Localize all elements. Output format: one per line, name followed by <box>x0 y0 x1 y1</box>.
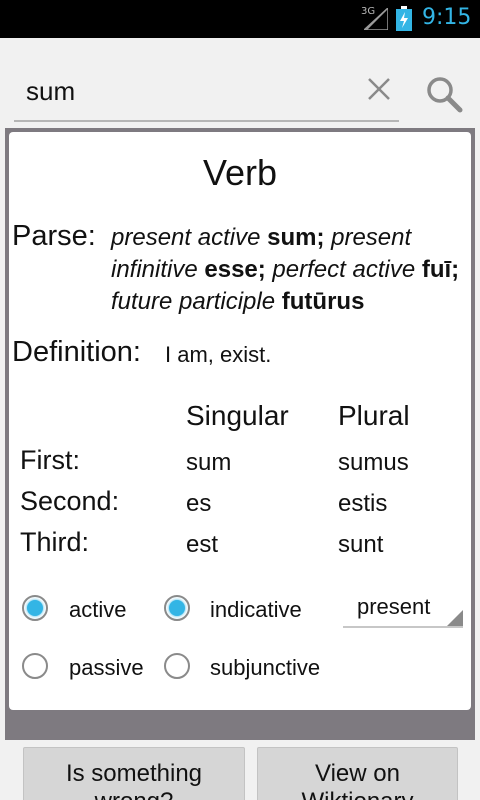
tense-dropdown-value[interactable]: present <box>357 594 430 620</box>
definition-label: Definition: <box>12 336 141 368</box>
clear-icon[interactable] <box>366 76 392 102</box>
signal-icon <box>364 8 388 30</box>
parse-form: futūrus <box>281 288 365 315</box>
dropdown-arrow-icon <box>447 610 463 626</box>
active-radio[interactable] <box>22 595 48 621</box>
parse-form: sum; <box>267 224 325 251</box>
search-icon[interactable] <box>424 74 464 114</box>
result-card: Verb Parse: present active sum; present … <box>9 132 471 710</box>
clock: 9:15 <box>422 5 472 30</box>
parse-description: present active <box>111 224 268 251</box>
bottom-bar: Is something wrong? View on Wiktionary <box>0 740 480 800</box>
search-input[interactable]: sum <box>14 74 399 122</box>
passive-radio-label[interactable]: passive <box>69 655 144 681</box>
battery-charging-icon <box>396 6 412 31</box>
subjunctive-radio[interactable] <box>164 653 190 679</box>
cell-first-plural: sumus <box>338 449 409 476</box>
indicative-radio-label[interactable]: indicative <box>210 597 302 623</box>
report-error-button[interactable]: Is something wrong? <box>23 747 245 800</box>
row-label-first: First: <box>20 445 80 475</box>
parse-form: esse; <box>204 256 266 283</box>
passive-radio[interactable] <box>22 653 48 679</box>
active-radio-label[interactable]: active <box>69 597 126 623</box>
cell-first-singular: sum <box>186 449 232 476</box>
parse-label: Parse: <box>12 220 96 252</box>
indicative-radio[interactable] <box>164 595 190 621</box>
tense-dropdown[interactable]: present <box>343 590 463 628</box>
search-input-value[interactable]: sum <box>26 76 75 107</box>
parse-form: fuī; <box>421 256 460 283</box>
cell-third-singular: est <box>186 531 219 558</box>
parse-description: future participle <box>111 288 282 315</box>
part-of-speech-title: Verb <box>202 152 278 193</box>
cell-second-singular: es <box>186 490 212 517</box>
column-header-plural: Plural <box>338 400 410 431</box>
status-bar: 3G 9:15 <box>0 0 480 38</box>
cell-third-plural: sunt <box>338 531 384 558</box>
parse-description: perfect active <box>265 256 422 283</box>
row-label-third: Third: <box>20 527 90 557</box>
search-bar: sum <box>0 38 480 128</box>
column-header-singular: Singular <box>186 400 289 431</box>
parse-text: present active sum; present infinitive e… <box>111 222 467 318</box>
subjunctive-radio-label[interactable]: subjunctive <box>210 655 320 681</box>
view-wiktionary-button[interactable]: View on Wiktionary <box>257 747 458 800</box>
cell-second-plural: estis <box>338 490 388 517</box>
row-label-second: Second: <box>20 486 120 516</box>
definition-text: I am, exist. <box>165 342 272 367</box>
